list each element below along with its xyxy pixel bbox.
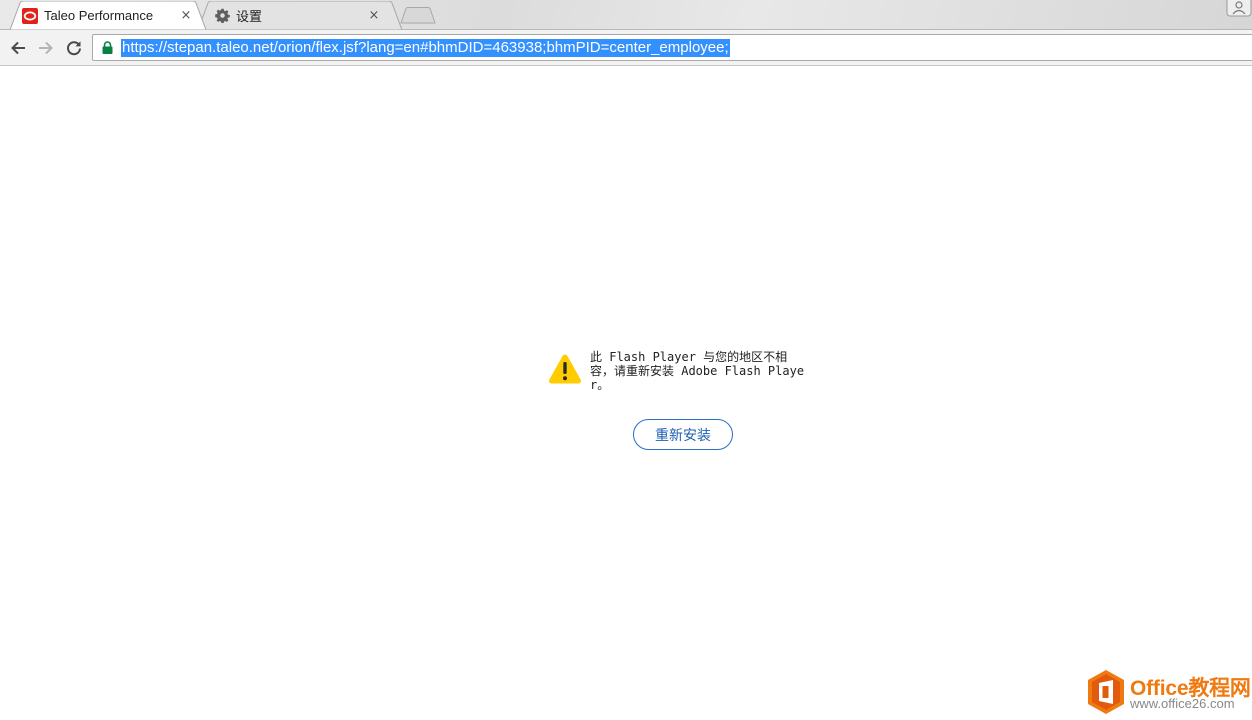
browser-toolbar: https://stepan.taleo.net/orion/flex.jsf?… — [0, 30, 1252, 66]
tab-taleo-performance[interactable]: Taleo Performance × — [10, 1, 206, 30]
back-arrow-icon[interactable] — [6, 36, 30, 60]
reload-icon[interactable] — [62, 36, 86, 60]
reinstall-button[interactable]: 重新安装 — [633, 419, 733, 450]
tab-close-icon[interactable]: × — [366, 8, 382, 24]
lock-icon — [101, 41, 113, 55]
office26-watermark: Office教程网 www.office26.com — [1086, 670, 1252, 716]
tab-settings[interactable]: 设置 × — [198, 1, 402, 30]
warning-icon — [548, 354, 582, 384]
flash-notice: 此 Flash Player 与您的地区不相容，请重新安装 Adobe Flas… — [548, 350, 808, 400]
gear-icon — [214, 8, 230, 24]
profile-icon[interactable] — [1226, 0, 1252, 18]
url-text[interactable]: https://stepan.taleo.net/orion/flex.jsf?… — [121, 38, 730, 57]
tab-strip: Taleo Performance × 设置 × — [0, 0, 1252, 30]
tab-close-icon[interactable]: × — [178, 8, 194, 24]
office-logo-icon — [1088, 670, 1124, 714]
watermark-url: www.office26.com — [1130, 696, 1235, 711]
new-tab-icon[interactable] — [400, 7, 436, 24]
oracle-logo-icon — [22, 7, 38, 24]
forward-arrow-icon[interactable] — [34, 36, 58, 60]
tab-title: Taleo Performance — [44, 8, 154, 23]
flash-incompatible-message: 此 Flash Player 与您的地区不相容，请重新安装 Adobe Flas… — [590, 350, 805, 392]
address-bar[interactable]: https://stepan.taleo.net/orion/flex.jsf?… — [92, 34, 1252, 61]
tab-title: 设置 — [236, 9, 263, 24]
